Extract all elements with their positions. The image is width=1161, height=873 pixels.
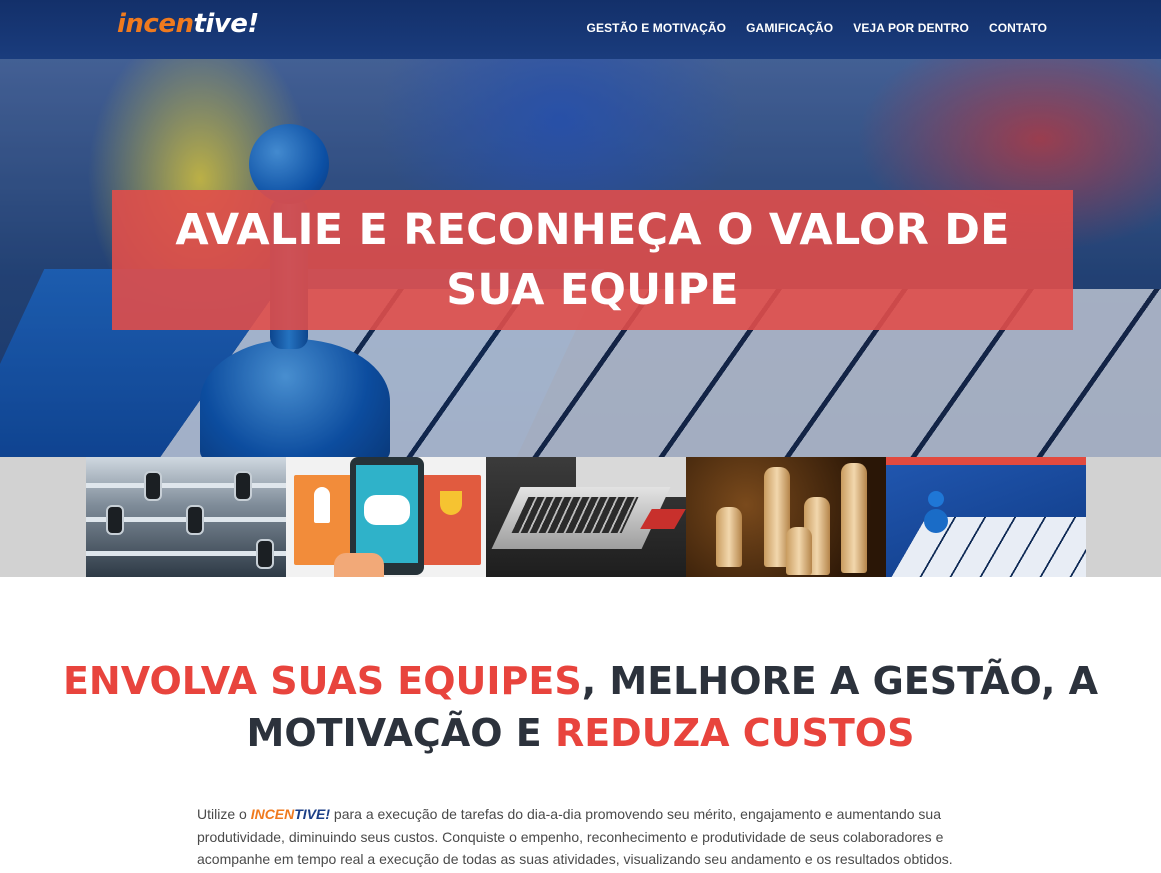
thumbnail-gamification-app[interactable]	[286, 457, 486, 577]
slider-thumbnails	[86, 457, 1086, 577]
hand-icon	[334, 553, 384, 577]
headline-highlight-reduza: REDUZA CUSTOS	[554, 711, 915, 755]
nav-contato[interactable]: CONTATO	[989, 21, 1047, 35]
thumbnail-foosball[interactable]	[86, 457, 286, 577]
foosball-player	[186, 505, 204, 535]
hero-title-banner: AVALIE E RECONHEÇA O VALOR DE SUA EQUIPE	[112, 190, 1073, 330]
laptop-keyboard	[511, 497, 639, 533]
foosball-rod	[86, 483, 286, 488]
thumbnail-chess[interactable]	[686, 457, 886, 577]
foosball-player	[106, 505, 124, 535]
nav-veja-por-dentro[interactable]: VEJA POR DENTRO	[853, 21, 969, 35]
hero-title: AVALIE E RECONHEÇA O VALOR DE SUA EQUIPE	[175, 205, 1010, 315]
intro-paragraph: Utilize o INCENTIVE! para a execução de …	[197, 803, 987, 871]
main-headline: ENVOLVA SUAS EQUIPES, MELHORE A GESTÃO, …	[0, 655, 1161, 759]
chess-piece	[716, 507, 742, 567]
foosball-player	[256, 539, 274, 569]
intro-brand: INCENTIVE!	[251, 806, 330, 822]
red-panel	[421, 475, 481, 565]
thumbnail-laptop[interactable]	[486, 457, 686, 577]
trophy-icon	[440, 491, 462, 515]
site-header: incentive! GESTÃO E MOTIVAÇÃO GAMIFICAÇÃ…	[0, 0, 1161, 59]
thumbnail-strip	[0, 457, 1161, 577]
chess-piece	[841, 463, 867, 573]
rocket-icon	[314, 487, 330, 523]
chess-piece	[786, 527, 812, 575]
logo-part-tive: tive!	[193, 9, 259, 39]
gamepad-icon	[364, 495, 410, 525]
nav-gamificacao[interactable]: GAMIFICAÇÃO	[746, 21, 833, 35]
board-squares	[886, 517, 1086, 577]
headline-highlight-envolva: ENVOLVA SUAS EQUIPES	[62, 659, 582, 703]
logo-part-incen: incen	[117, 9, 194, 39]
pawn-icon	[928, 491, 944, 507]
foosball-player	[234, 471, 252, 501]
foosball-player	[144, 471, 162, 501]
intro-prefix: Utilize o	[197, 806, 251, 822]
main-nav: GESTÃO E MOTIVAÇÃO GAMIFICAÇÃO VEJA POR …	[587, 21, 1047, 35]
intro-brand-incen: INCEN	[250, 806, 295, 822]
incentive-logo[interactable]: incentive!	[117, 9, 259, 39]
thumbnail-board-game[interactable]	[886, 457, 1086, 577]
nav-gestao-motivacao[interactable]: GESTÃO E MOTIVAÇÃO	[587, 21, 727, 35]
intro-brand-tive: TIVE!	[294, 806, 331, 822]
